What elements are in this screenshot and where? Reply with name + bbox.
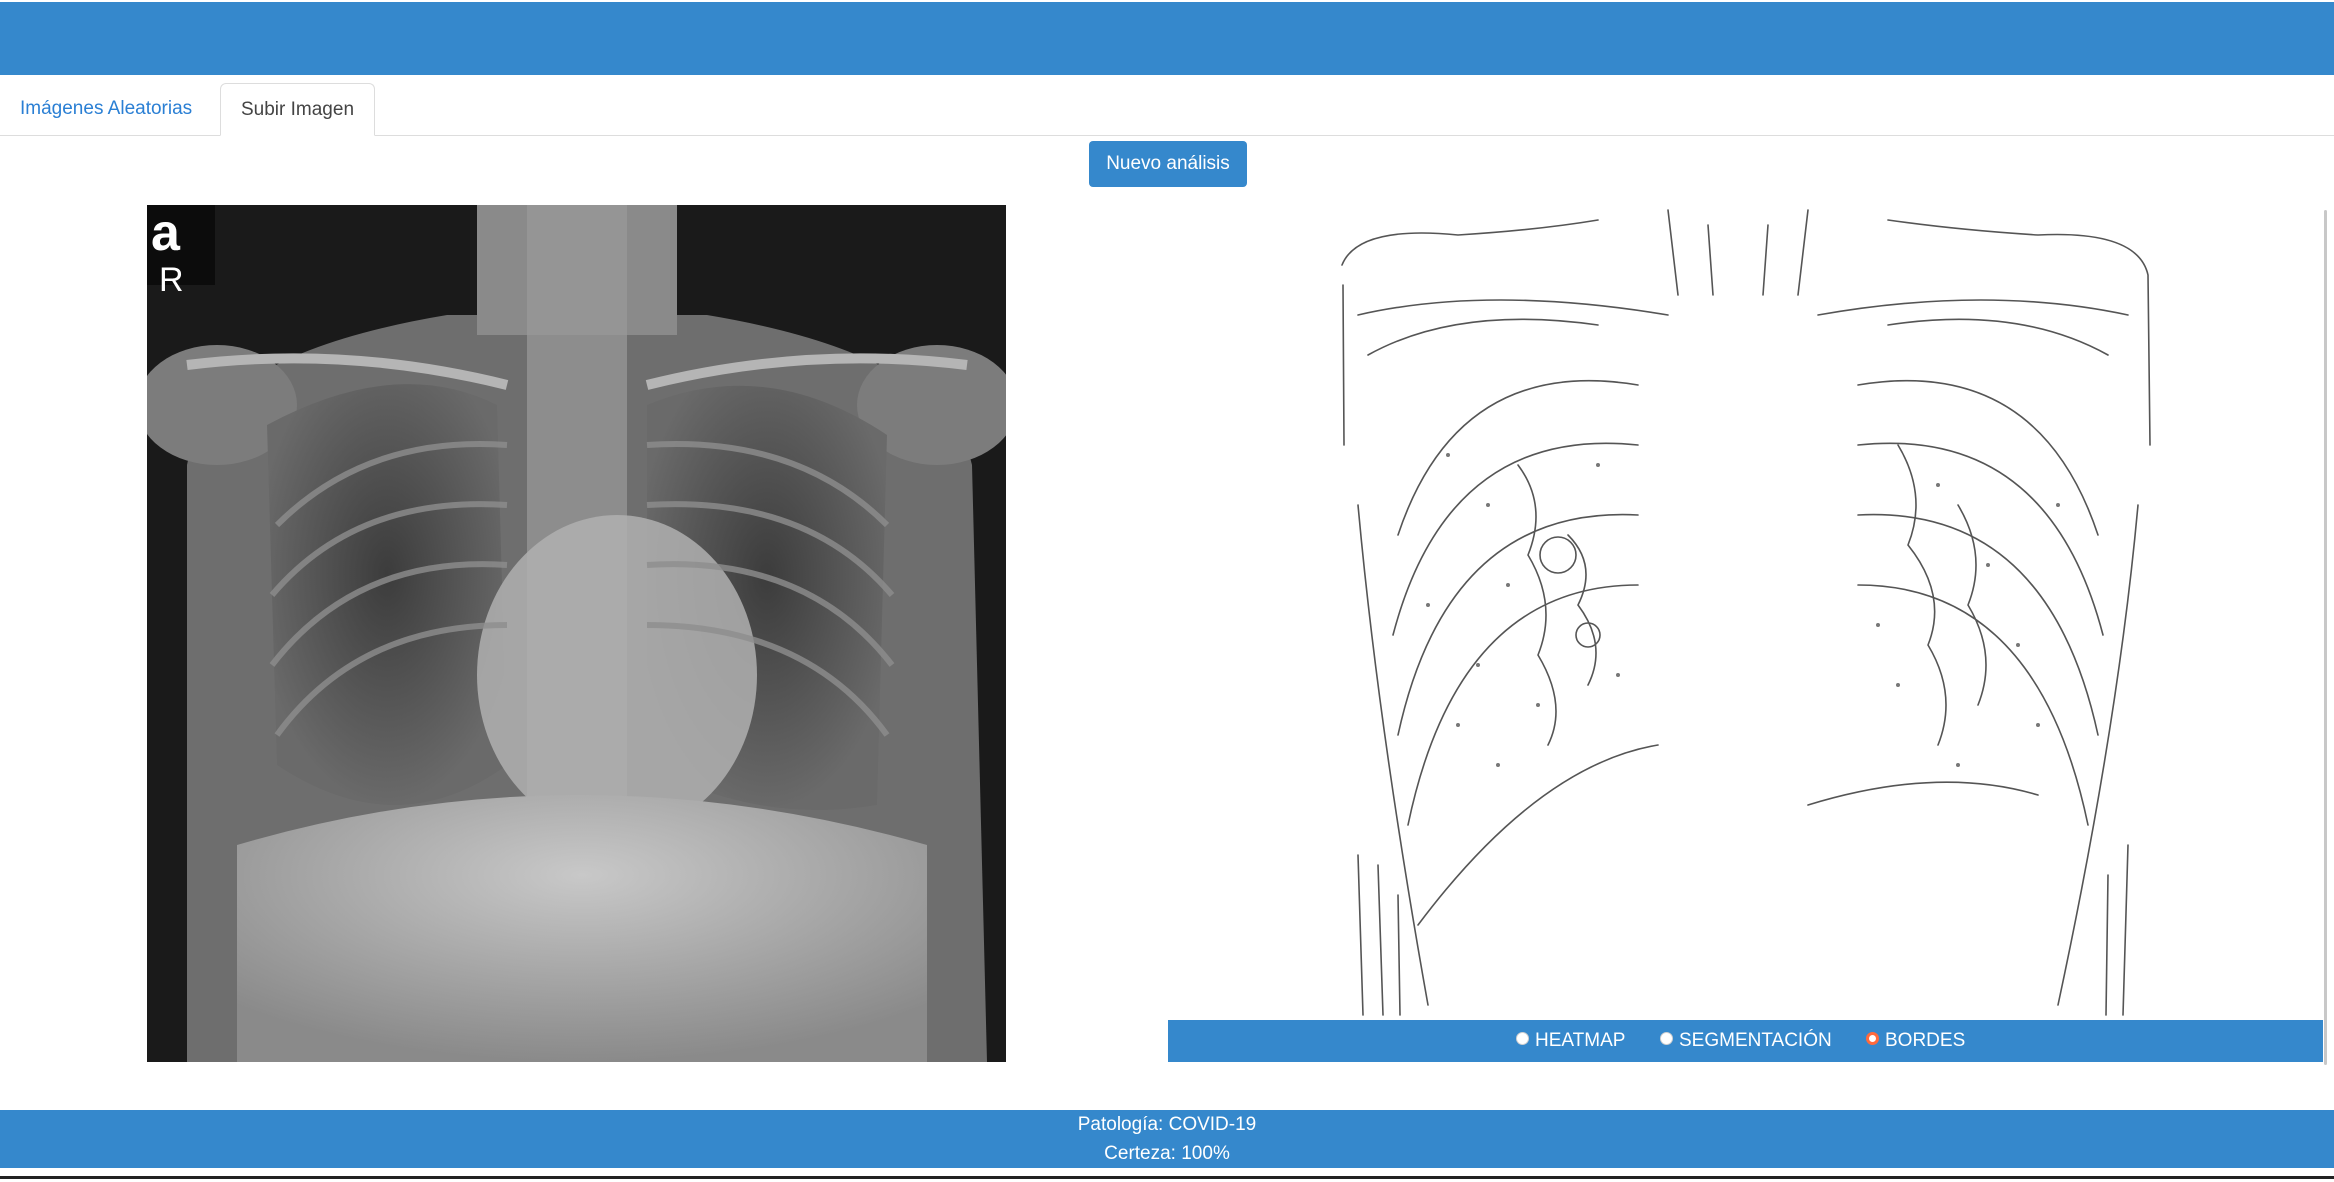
pathology-text: Patología: COVID-19 [1077,1114,1257,1135]
edges-radio[interactable] [1866,1032,1879,1046]
new-analysis-button[interactable]: Nuevo análisis [1089,141,1247,187]
xray-corner-letter: a [151,205,181,262]
tab-upload-image[interactable]: Subir Imagen [220,83,375,136]
mode-option-edges[interactable]: BORDES [1866,1020,1965,1062]
bottom-border [0,1176,2334,1179]
certainty-text: Certeza: 100% [1104,1143,1230,1164]
edge-detection-image [1338,205,2151,1020]
chest-xray-image: a R [147,205,1006,1062]
edges-label: BORDES [1885,1030,1966,1051]
tab-bar: Imágenes Aleatorias Subir Imagen [0,83,2334,136]
view-mode-bar: HEATMAP SEGMENTACIÓN BORDES [1168,1020,2323,1062]
result-footer: Patología: COVID-19 Certeza: 100% [0,1110,2334,1168]
segmentation-label: SEGMENTACIÓN [1679,1030,1832,1051]
segmentation-radio[interactable] [1660,1032,1673,1046]
top-header-bar [0,2,2334,75]
tab-random-images[interactable]: Imágenes Aleatorias [0,83,212,135]
heatmap-label: HEATMAP [1535,1030,1626,1051]
mode-option-heatmap[interactable]: HEATMAP [1516,1020,1625,1062]
right-scrollbar[interactable] [2324,210,2327,1065]
heatmap-radio[interactable] [1516,1032,1529,1046]
xray-side-marker: R [159,261,184,299]
mode-option-segmentation[interactable]: SEGMENTACIÓN [1660,1020,1832,1062]
